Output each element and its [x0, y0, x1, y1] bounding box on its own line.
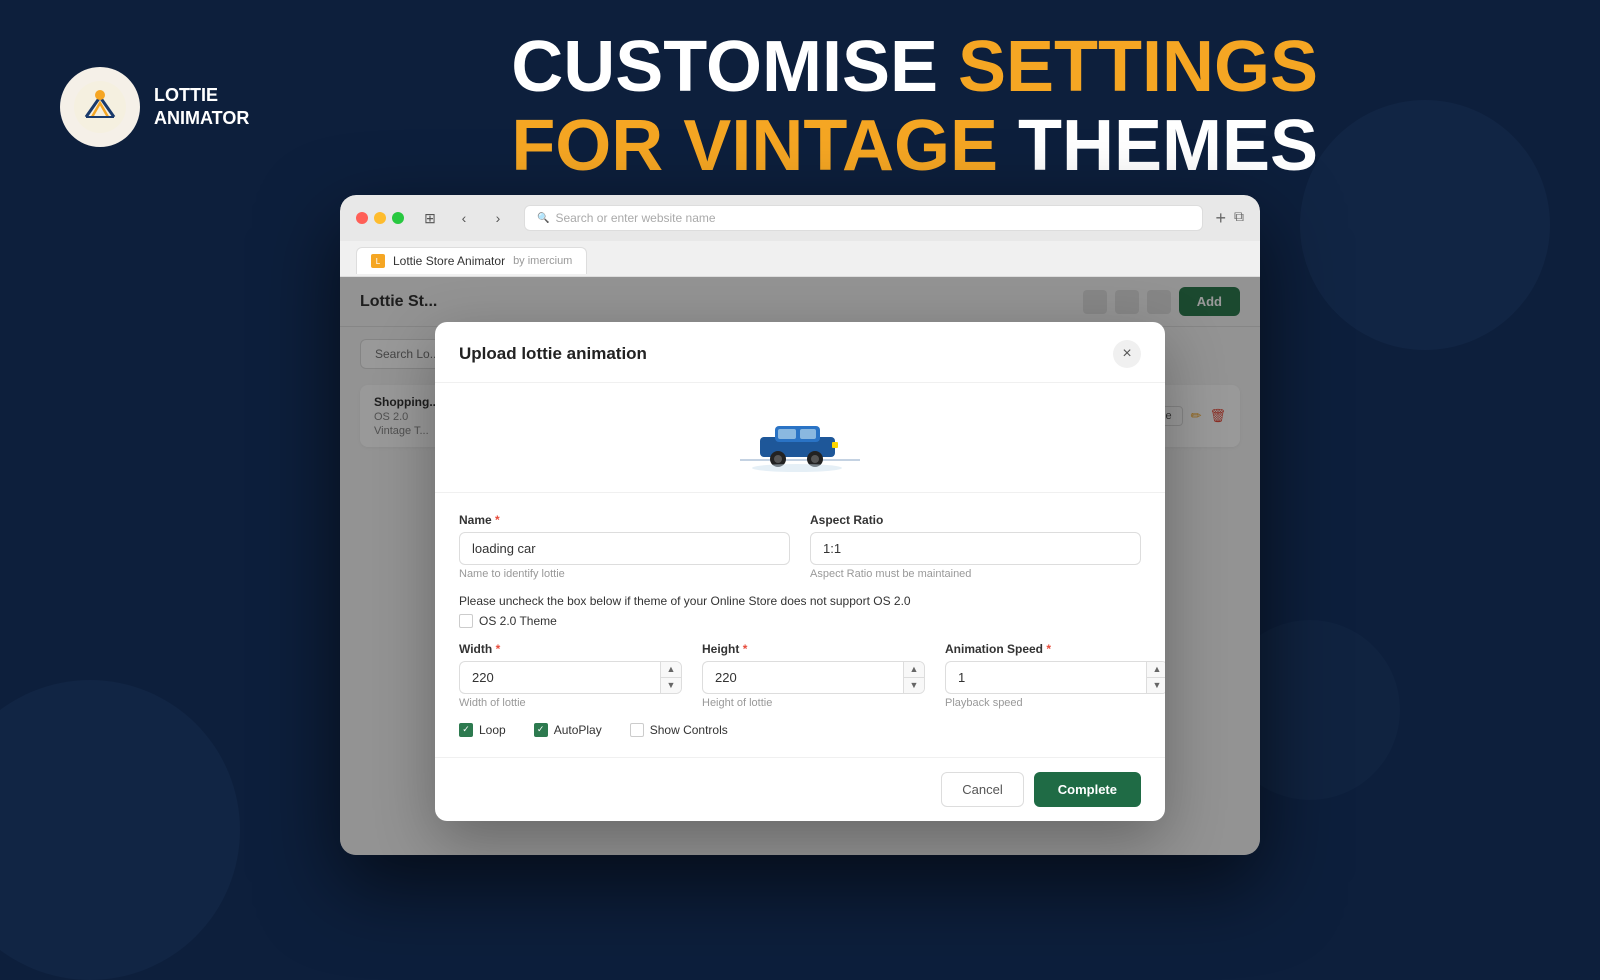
height-hint: Height of lottie	[702, 697, 925, 709]
speed-hint: Playback speed	[945, 697, 1165, 709]
browser-chrome: ⊞ ‹ › 🔍 Search or enter website name + ⧉	[340, 195, 1260, 241]
loop-checkbox[interactable]: ✓	[459, 723, 473, 737]
close-window-button[interactable]	[356, 212, 368, 224]
width-group: Width * ▲ ▼ Width of lottie	[459, 642, 682, 709]
name-label: Name *	[459, 513, 790, 527]
search-icon: 🔍	[537, 213, 549, 224]
speed-spinners: ▲ ▼	[1146, 661, 1165, 694]
modal-header: Upload lottie animation ×	[435, 322, 1165, 383]
autoplay-checkbox-item: ✓ AutoPlay	[534, 723, 602, 737]
height-input[interactable]	[702, 661, 903, 694]
browser-action-buttons: + ⧉	[1215, 208, 1244, 229]
speed-input[interactable]	[945, 661, 1146, 694]
browser-window: ⊞ ‹ › 🔍 Search or enter website name + ⧉…	[340, 195, 1260, 855]
os-theme-label: OS 2.0 Theme	[479, 614, 557, 628]
width-label: Width *	[459, 642, 682, 656]
tabs-button[interactable]: ⧉	[1234, 208, 1244, 229]
tab-favicon: L	[371, 254, 385, 268]
sidebar-toggle-button[interactable]: ⊞	[416, 207, 444, 229]
aspect-ratio-group: Aspect Ratio Aspect Ratio must be mainta…	[810, 513, 1141, 580]
options-checkboxes: ✓ Loop ✓ AutoPlay Show Controls	[459, 723, 1141, 737]
tab-title: Lottie Store Animator	[393, 254, 505, 268]
traffic-lights	[356, 212, 404, 224]
cancel-button[interactable]: Cancel	[941, 772, 1023, 807]
os-theme-checkbox-row: OS 2.0 Theme	[459, 614, 1141, 628]
minimize-window-button[interactable]	[374, 212, 386, 224]
show-controls-checkbox-item: Show Controls	[630, 723, 728, 737]
width-hint: Width of lottie	[459, 697, 682, 709]
speed-up-button[interactable]: ▲	[1147, 662, 1165, 678]
height-down-button[interactable]: ▼	[904, 678, 924, 693]
width-down-button[interactable]: ▼	[661, 678, 681, 693]
height-spinners: ▲ ▼	[903, 661, 925, 694]
address-bar[interactable]: 🔍 Search or enter website name	[524, 205, 1203, 231]
height-input-wrapper: ▲ ▼	[702, 661, 925, 694]
modal-body: Name * Name to identify lottie Aspect Ra…	[435, 493, 1165, 757]
new-tab-button[interactable]: +	[1215, 208, 1226, 229]
width-spinners: ▲ ▼	[660, 661, 682, 694]
show-controls-label: Show Controls	[650, 723, 728, 737]
tab-bar: L Lottie Store Animator by imercium	[340, 241, 1260, 277]
maximize-window-button[interactable]	[392, 212, 404, 224]
bg-decoration-1	[0, 680, 240, 980]
upload-modal: Upload lottie animation ×	[435, 322, 1165, 821]
browser-nav-icons: ⊞ ‹ ›	[416, 207, 512, 229]
aspect-ratio-input[interactable]	[810, 532, 1141, 565]
show-controls-checkbox[interactable]	[630, 723, 644, 737]
speed-input-wrapper: ▲ ▼	[945, 661, 1165, 694]
logo-icon	[72, 79, 128, 135]
width-input[interactable]	[459, 661, 660, 694]
autoplay-label: AutoPlay	[554, 723, 602, 737]
speed-down-button[interactable]: ▼	[1147, 678, 1165, 693]
active-tab[interactable]: L Lottie Store Animator by imercium	[356, 247, 587, 274]
modal-close-button[interactable]: ×	[1113, 340, 1141, 368]
aspect-ratio-label: Aspect Ratio	[810, 513, 1141, 527]
complete-button[interactable]: Complete	[1034, 772, 1141, 807]
animation-preview	[435, 383, 1165, 493]
aspect-ratio-hint: Aspect Ratio must be maintained	[810, 568, 1141, 580]
width-input-wrapper: ▲ ▼	[459, 661, 682, 694]
bg-decoration-2	[1300, 100, 1550, 350]
speed-group: Animation Speed * ▲ ▼ Playback speed	[945, 642, 1165, 709]
os-notice-text: Please uncheck the box below if theme of…	[459, 594, 1141, 608]
height-up-button[interactable]: ▲	[904, 662, 924, 678]
modal-footer: Cancel Complete	[435, 757, 1165, 821]
address-bar-text: Search or enter website name	[555, 211, 715, 225]
speed-label: Animation Speed *	[945, 642, 1165, 656]
name-input[interactable]	[459, 532, 790, 565]
logo-text: LOTTIE ANIMATOR	[154, 84, 249, 131]
tab-by: by imercium	[513, 255, 572, 267]
logo-circle	[60, 67, 140, 147]
modal-overlay: Upload lottie animation ×	[340, 277, 1260, 855]
dimensions-row: Width * ▲ ▼ Width of lottie	[459, 642, 1141, 709]
modal-title: Upload lottie animation	[459, 344, 647, 364]
autoplay-checkbox[interactable]: ✓	[534, 723, 548, 737]
forward-button[interactable]: ›	[484, 207, 512, 229]
os-notice: Please uncheck the box below if theme of…	[459, 594, 1141, 628]
app-content: Lottie St... Add Shopping... OS 2.0 Vint…	[340, 277, 1260, 855]
name-group: Name * Name to identify lottie	[459, 513, 790, 580]
logo: LOTTIE ANIMATOR	[60, 67, 249, 147]
os-theme-checkbox[interactable]	[459, 614, 473, 628]
height-label: Height *	[702, 642, 925, 656]
name-aspect-row: Name * Name to identify lottie Aspect Ra…	[459, 513, 1141, 580]
back-button[interactable]: ‹	[450, 207, 478, 229]
name-hint: Name to identify lottie	[459, 568, 790, 580]
width-up-button[interactable]: ▲	[661, 662, 681, 678]
height-group: Height * ▲ ▼ Height of lottie	[702, 642, 925, 709]
loop-label: Loop	[479, 723, 506, 737]
loop-checkbox-item: ✓ Loop	[459, 723, 506, 737]
car-animation-svg	[740, 402, 860, 472]
